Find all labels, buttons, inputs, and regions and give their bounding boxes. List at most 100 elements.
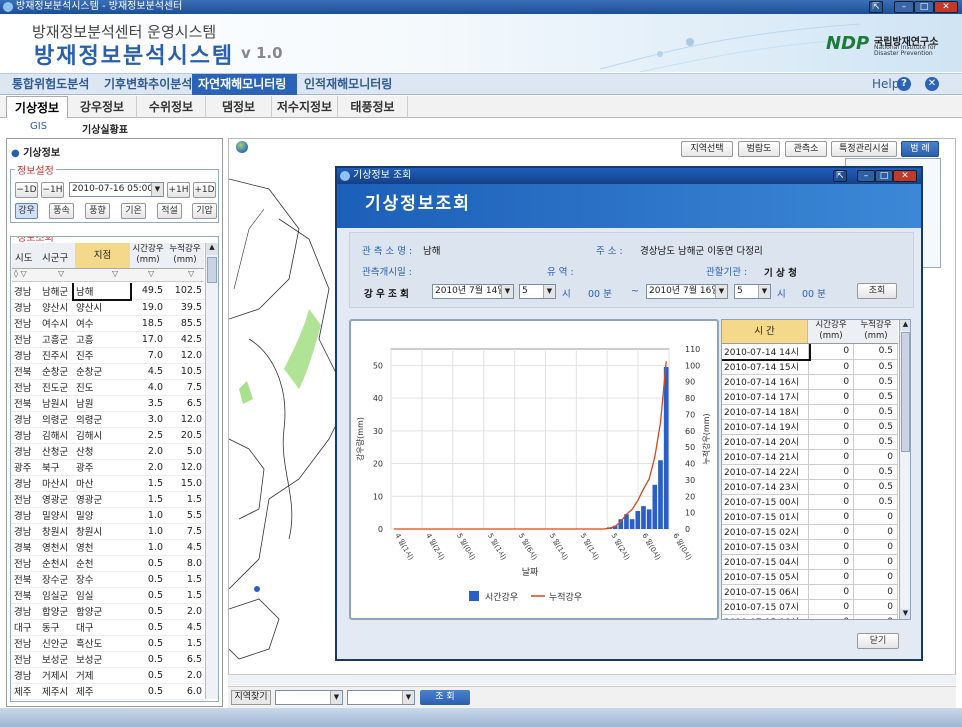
- close-dialog-button[interactable]: 닫기: [857, 633, 899, 649]
- help-icon[interactable]: ?: [897, 77, 911, 91]
- flood-map-button[interactable]: 범람도: [738, 141, 780, 157]
- dialog-restore-icon[interactable]: ⇱: [833, 170, 847, 182]
- tab-gis[interactable]: GIS: [30, 121, 47, 132]
- col-hourly-rain[interactable]: 시간강우(mm): [132, 244, 164, 266]
- dialog-maximize-button[interactable]: □: [875, 170, 893, 182]
- left-table-scrollbar[interactable]: ▲: [205, 243, 218, 699]
- hourly-row[interactable]: 2010-07-15 08시00: [722, 614, 898, 619]
- table-row[interactable]: 경남 합양군 함양군 0.5 2.0: [12, 603, 204, 620]
- type-wind-dir-button[interactable]: 풍향: [85, 203, 110, 219]
- to-date-select[interactable]: 2010년 7월 16일 ▼: [646, 284, 728, 299]
- table-row[interactable]: 경남 양산시 양산시 19.0 39.5: [12, 299, 204, 316]
- col-total-rain[interactable]: 누적강우(mm): [166, 244, 204, 266]
- scroll-up-icon[interactable]: ▲: [206, 243, 218, 255]
- globe-icon[interactable]: [236, 141, 248, 153]
- table-row[interactable]: 경남 마산시 마산 1.5 15.0: [12, 475, 204, 492]
- table-row[interactable]: 경남 의령군 의령군 3.0 12.0: [12, 411, 204, 428]
- hourly-row[interactable]: 2010-07-15 07시 0 0: [722, 599, 898, 615]
- maximize-button[interactable]: □: [914, 1, 934, 13]
- type-rain-button[interactable]: 강우: [15, 203, 38, 219]
- dialog-minimize-button[interactable]: –: [857, 170, 875, 182]
- hourly-row[interactable]: 2010-07-14 20시 0 0.5: [722, 434, 898, 450]
- hourly-row[interactable]: 2010-07-14 15시 0 0.5: [722, 359, 898, 375]
- table-row[interactable]: 전남 여수시 여수 18.5 85.5: [12, 315, 204, 332]
- scroll-thumb[interactable]: [901, 332, 910, 452]
- table-row[interactable]: 전북 순창군 순창군 4.5 10.5: [12, 363, 204, 380]
- tab-natural-disaster[interactable]: 자연재해모니터링: [192, 74, 297, 95]
- hourly-row[interactable]: 2010-07-15 03시 0 0: [722, 539, 898, 555]
- from-date-select[interactable]: 2010년 7월 14일 ▼: [432, 284, 514, 299]
- hourly-row[interactable]: 2010-07-14 22시 0 0.5: [722, 464, 898, 480]
- search-button[interactable]: 조 회: [420, 690, 470, 705]
- minus-1h-button[interactable]: −1H: [41, 182, 64, 198]
- table-row[interactable]: 제주 제주시 제주 0.5 6.0: [12, 683, 204, 700]
- hourly-row[interactable]: 2010-07-14 17시 0 0.5: [722, 389, 898, 405]
- tab-rainfall[interactable]: 강우정보: [68, 96, 137, 118]
- hourly-row[interactable]: 2010-07-15 01시 0 0: [722, 509, 898, 525]
- table-row[interactable]: 경남 창원시 창원시 1.0 7.5: [12, 523, 204, 540]
- plus-1d-button[interactable]: +1D: [193, 182, 216, 198]
- hourly-row[interactable]: 2010-07-15 02시 0 0: [722, 524, 898, 540]
- minimize-button[interactable]: –: [894, 1, 914, 13]
- table-row[interactable]: 전남 영광군 영광군 1.5 1.5: [12, 491, 204, 508]
- station-button[interactable]: 관측소: [785, 141, 827, 157]
- map-hscrollbar[interactable]: [228, 674, 956, 685]
- tab-climate-trend[interactable]: 기후변화추이분석: [98, 74, 198, 95]
- col-hourly[interactable]: 시간강우 (mm): [809, 320, 853, 342]
- table-row[interactable]: 경남 김해시 김해시 2.5 20.5: [12, 427, 204, 444]
- tab-weather-table[interactable]: 기상실황표: [82, 121, 128, 136]
- dialog-close-button[interactable]: ✕: [893, 170, 917, 182]
- sido-select[interactable]: ▼: [275, 690, 343, 705]
- table-row[interactable]: 전북부안군부안0.30.3: [12, 699, 204, 701]
- table-row[interactable]: 경북 영천시 영천 1.0 4.5: [12, 539, 204, 556]
- sigungu-select[interactable]: ▼: [347, 690, 415, 705]
- table-row[interactable]: 전남 보성군 보성군 0.5 6.5: [12, 651, 204, 668]
- tab-typhoon[interactable]: 태풍정보: [338, 96, 408, 118]
- to-hour-select[interactable]: 5 ▼: [734, 284, 771, 299]
- from-hour-select[interactable]: 5 ▼: [519, 284, 556, 299]
- col-station[interactable]: 지점: [75, 243, 130, 268]
- tab-water-level[interactable]: 수위정보: [137, 96, 206, 118]
- table-row[interactable]: 경남 밀양시 밀양 1.0 5.5: [12, 507, 204, 524]
- type-wind-speed-button[interactable]: 풍속: [49, 203, 74, 219]
- datetime-select[interactable]: 2010-07-16 05:00 ▼: [69, 182, 164, 197]
- hourly-row[interactable]: 2010-07-15 05시 0 0: [722, 569, 898, 585]
- hourly-row[interactable]: 2010-07-15 00시 0 0.5: [722, 494, 898, 510]
- query-button[interactable]: 조회: [857, 283, 897, 299]
- scroll-down-icon[interactable]: ▼: [900, 609, 910, 619]
- type-snow-button[interactable]: 적설: [157, 203, 182, 219]
- scroll-thumb[interactable]: [207, 257, 217, 283]
- hourly-row[interactable]: 2010-07-14 21시 0 0: [722, 449, 898, 465]
- type-temp-button[interactable]: 기온: [121, 203, 146, 219]
- hourly-row[interactable]: 2010-07-14 18시 0 0.5: [722, 404, 898, 420]
- table-row[interactable]: 경남 거제시 거제 0.5 2.0: [12, 667, 204, 684]
- table-row[interactable]: 경남 남해군 남해 49.5 102.5: [12, 283, 204, 301]
- col-time[interactable]: 시 간: [722, 320, 808, 343]
- type-pressure-button[interactable]: 기압: [192, 203, 217, 219]
- close-app-icon[interactable]: ✕: [925, 77, 939, 91]
- tab-weather[interactable]: 기상정보: [6, 96, 68, 118]
- table-row[interactable]: 전남 진도군 진도 4.0 7.5: [12, 379, 204, 396]
- table-row[interactable]: 전남 고흥군 고흥 17.0 42.5: [12, 331, 204, 348]
- table-row[interactable]: 전북 임실군 임실 0.5 1.5: [12, 587, 204, 604]
- minus-1d-button[interactable]: −1D: [15, 182, 38, 198]
- scroll-up-icon[interactable]: ▲: [900, 320, 910, 331]
- tab-human-disaster[interactable]: 인적재해모니터링: [298, 74, 398, 95]
- region-select-button[interactable]: 지역선택: [681, 141, 733, 157]
- filter-row[interactable]: ◊ ▽ ▽ ▽ ▽ ▽: [12, 269, 204, 282]
- tab-reservoir[interactable]: 저수지정보: [272, 96, 338, 118]
- hourly-row[interactable]: 2010-07-14 19시 0 0.5: [722, 419, 898, 435]
- hourly-row[interactable]: 2010-07-14 14시 0 0.5: [722, 344, 898, 361]
- tab-dam[interactable]: 댐정보: [206, 96, 272, 118]
- restore-icon[interactable]: ⇱: [869, 1, 883, 13]
- table-row[interactable]: 전남 순천시 순천 0.5 8.0: [12, 555, 204, 572]
- table-row[interactable]: 전북 남원시 남원 3.5 6.5: [12, 395, 204, 412]
- legend-button[interactable]: 범 례: [901, 141, 939, 157]
- hourly-row[interactable]: 2010-07-15 04시 0 0: [722, 554, 898, 570]
- table-row[interactable]: 경남 진주시 진주 7.0 12.0: [12, 347, 204, 364]
- table-row[interactable]: 전북 장수군 장수 0.5 1.5: [12, 571, 204, 588]
- hourly-table-scrollbar[interactable]: ▲ ▼: [899, 320, 910, 619]
- table-row[interactable]: 전남 신안군 흑산도 0.5 1.5: [12, 635, 204, 652]
- close-button[interactable]: ✕: [934, 1, 958, 13]
- help-link[interactable]: Help: [872, 77, 899, 91]
